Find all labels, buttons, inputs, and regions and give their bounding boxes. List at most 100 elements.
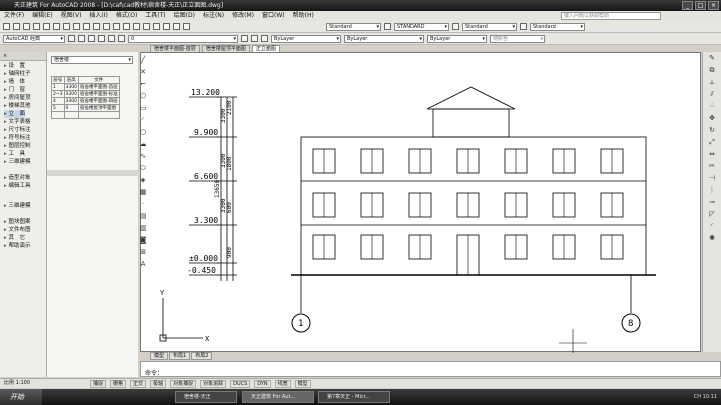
multileader-style-icon[interactable] — [520, 23, 527, 30]
print-icon[interactable] — [33, 23, 40, 30]
maximize-button[interactable]: □ — [695, 1, 706, 10]
table-cell[interactable]: 宿舍楼平面图-首层 — [77, 83, 120, 91]
table-cell[interactable]: 0 — [63, 104, 79, 112]
dyn-toggle[interactable]: DYN — [254, 380, 271, 388]
text-style-select[interactable]: Standard — [326, 22, 381, 31]
dim-style-select[interactable]: STANDARD — [394, 22, 449, 31]
table-row[interactable] — [51, 111, 120, 119]
ellipse-icon[interactable]: ⬭ — [139, 164, 147, 172]
lineweight-select[interactable]: ByLayer — [427, 34, 487, 43]
table-cell[interactable]: 宿舍楼平面图-四层 — [77, 97, 120, 105]
break-icon[interactable]: ⋮ — [707, 186, 717, 194]
menu-dimension[interactable]: 标注(N) — [199, 12, 228, 19]
menu-edit[interactable]: 编辑(E) — [28, 12, 56, 19]
table-cell[interactable]: 4 — [51, 97, 65, 105]
fillet-icon[interactable]: ◜ — [707, 222, 717, 230]
arc-icon[interactable]: ◜ — [139, 116, 147, 124]
task-tangent[interactable]: 天正建筑 For Aut... — [242, 391, 314, 403]
table-icon[interactable]: ⊞ — [139, 248, 147, 256]
menu-modify[interactable]: 修改(M) — [228, 12, 258, 19]
zoom-icon[interactable] — [123, 23, 130, 30]
table-cell[interactable]: 5 — [51, 104, 65, 112]
region-icon[interactable]: ◙ — [139, 236, 147, 244]
make-block-icon[interactable]: ▦ — [139, 188, 147, 196]
minimize-button[interactable]: _ — [682, 1, 693, 10]
construction-line-icon[interactable]: ✕ — [139, 68, 147, 76]
multileader-style-select[interactable]: Standard — [530, 22, 585, 31]
menu-help[interactable]: 帮助(H) — [289, 12, 318, 19]
table-style-select[interactable]: Standard — [462, 22, 517, 31]
close-button[interactable]: × — [708, 1, 719, 10]
nav-item-walls[interactable]: 墙 体 — [4, 78, 26, 86]
make-current-layer-icon[interactable] — [241, 35, 248, 42]
gradient-icon[interactable]: ▥ — [139, 224, 147, 232]
table-cell[interactable]: 1 — [51, 83, 65, 91]
start-button[interactable]: 开始 — [0, 389, 42, 405]
lineweight-toggle[interactable]: 线宽 — [274, 380, 291, 388]
table-row[interactable]: 1 3300 宿舍楼平面图-首层 — [51, 83, 120, 91]
grid-toggle[interactable]: 栅格 — [110, 380, 127, 388]
nav-item-layer-control[interactable]: 图层控制 — [4, 142, 31, 150]
color-select[interactable]: ByLayer — [271, 34, 341, 43]
copy-object-icon[interactable]: ⧉ — [707, 66, 717, 74]
nav-item-doors-windows[interactable]: 门 窗 — [4, 86, 26, 94]
save-icon[interactable] — [23, 23, 30, 30]
properties-icon[interactable] — [153, 23, 160, 30]
menu-draw[interactable]: 绘图(D) — [170, 12, 199, 19]
layer-lock-icon[interactable] — [118, 35, 125, 42]
rectangle-icon[interactable]: ▭ — [139, 104, 147, 112]
scale-icon[interactable]: ⤢ — [707, 138, 717, 146]
table-cell[interactable]: 3300 — [63, 97, 79, 105]
plotstyle-select[interactable]: 随颜色 — [490, 34, 545, 43]
nav-item-rooms-roofs[interactable]: 房间屋顶 — [4, 94, 31, 102]
table-cell[interactable]: 宿舍楼平面图-标准 — [77, 90, 120, 98]
open-icon[interactable] — [13, 23, 20, 30]
copy-icon[interactable] — [63, 23, 70, 30]
scale-readout[interactable]: 比例 1:100 — [4, 379, 86, 388]
revcloud-icon[interactable]: ☁ — [139, 140, 147, 148]
nav-item-settings[interactable]: 设 置 — [4, 62, 26, 70]
otrack-toggle[interactable]: 对象追踪 — [200, 380, 227, 388]
spline-icon[interactable]: ∿ — [139, 152, 147, 160]
offset-icon[interactable]: ⫽ — [707, 90, 717, 98]
redo-icon[interactable] — [103, 23, 110, 30]
panel-close-icon[interactable]: × — [3, 53, 7, 59]
task-word[interactable]: 第7章天正 - Micr... — [318, 391, 390, 403]
table-row[interactable]: 4 3300 宿舍楼平面图-四层 — [51, 97, 120, 105]
menu-file[interactable]: 文件(F) — [0, 12, 28, 19]
nav-item-other[interactable]: 其 它 — [4, 234, 26, 242]
layer-manager-icon[interactable] — [78, 35, 85, 42]
new-icon[interactable] — [3, 23, 10, 30]
menu-insert[interactable]: 插入(I) — [85, 12, 111, 19]
table-cell[interactable]: 3300 — [63, 83, 79, 91]
stretch-icon[interactable]: ⇔ — [707, 150, 717, 158]
nav-item-3d-modeling[interactable]: 三维建模 — [4, 158, 31, 166]
cut-icon[interactable] — [53, 23, 60, 30]
color-swatch-icon[interactable] — [261, 35, 268, 42]
polar-toggle[interactable]: 极轴 — [150, 380, 167, 388]
dim-style-icon[interactable] — [384, 23, 391, 30]
nav-item-symbols[interactable]: 符号标注 — [4, 134, 31, 142]
explode-icon[interactable]: ✺ — [707, 234, 717, 242]
table-style-icon[interactable] — [452, 23, 459, 30]
layer-select[interactable]: 0 — [128, 34, 238, 43]
nav-item-help-demo[interactable]: 帮助演示 — [4, 242, 31, 250]
paste-icon[interactable] — [73, 23, 80, 30]
pan-icon[interactable] — [113, 23, 120, 30]
trim-icon[interactable]: ✂ — [707, 162, 717, 170]
help-search-input[interactable]: 键入问题以获取帮助 — [561, 12, 661, 20]
workspace-select[interactable]: AutoCAD 经典 — [3, 34, 65, 43]
help-icon[interactable] — [183, 23, 190, 30]
nav-item-layout[interactable]: 文件布图 — [4, 226, 31, 234]
tab-layout2[interactable]: 布局2 — [191, 352, 213, 360]
table-cell[interactable]: 3300 — [63, 90, 79, 98]
nav-item-modeling-objects[interactable]: 造型对象 — [4, 174, 31, 182]
hatch-icon[interactable]: ▤ — [139, 212, 147, 220]
polygon-icon[interactable]: ⬠ — [139, 92, 147, 100]
zoom-window-icon[interactable] — [133, 23, 140, 30]
table-cell[interactable] — [77, 111, 120, 119]
table-cell[interactable] — [63, 111, 79, 119]
table-cell[interactable]: 2~3 — [51, 90, 65, 98]
table-cell[interactable] — [51, 111, 65, 119]
undo-icon[interactable] — [93, 23, 100, 30]
